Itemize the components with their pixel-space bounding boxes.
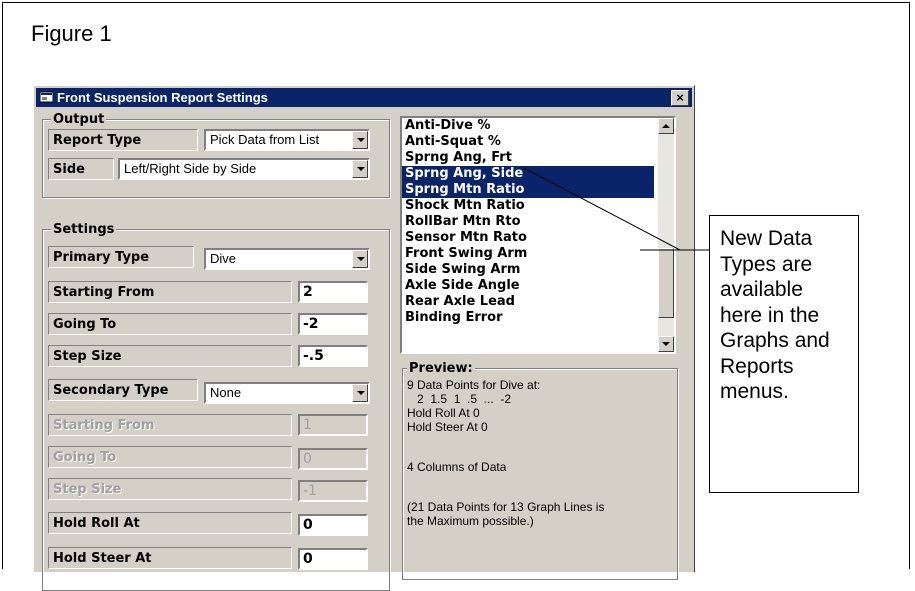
report-type-value: Pick Data from List xyxy=(210,132,320,147)
secondary-type-label: Secondary Type xyxy=(48,379,198,401)
list-item[interactable]: Sprng Mtn Ratio xyxy=(402,182,654,198)
list-item[interactable]: Rear Axle Lead xyxy=(402,294,654,310)
going-to-label: Going To xyxy=(48,313,292,335)
sec-going-to-label: Going To xyxy=(48,446,292,468)
primary-type-select[interactable]: Dive xyxy=(204,248,370,270)
preview-line-6: (21 Data Points for 13 Graph Lines is xyxy=(407,500,605,514)
data-type-items: Anti-Dive % Anti-Squat % Sprng Ang, Frt Spr… xyxy=(402,118,674,326)
starting-from-input[interactable]: 2 xyxy=(298,281,368,303)
preview-line-2: 2 1.5 1 .5 ... -2 xyxy=(417,392,512,406)
preview-line-4: Hold Steer At 0 xyxy=(407,420,488,434)
list-item[interactable]: Shock Mtn Ratio xyxy=(402,198,654,214)
list-item[interactable]: Binding Error xyxy=(402,310,654,326)
list-item[interactable]: Front Swing Arm xyxy=(402,246,654,262)
list-item[interactable]: Sensor Mtn Rato xyxy=(402,230,654,246)
secondary-type-select[interactable]: None xyxy=(204,382,370,404)
side-value: Left/Right Side by Side xyxy=(124,161,257,176)
figure-title: Figure 1 xyxy=(31,21,112,46)
preview-line-1: 9 Data Points for Dive at: xyxy=(407,378,541,392)
report-type-label: Report Type xyxy=(48,129,198,151)
starting-from-label: Starting From xyxy=(48,281,292,303)
preview-panel: 9 Data Points for Dive at: 2 1.5 1 .5 ..… xyxy=(401,366,677,566)
preview-line-7: the Maximum possible.) xyxy=(407,514,534,528)
sec-going-to-input[interactable]: 0 xyxy=(298,448,368,470)
list-item[interactable]: Side Swing Arm xyxy=(402,262,654,278)
hold-roll-label: Hold Roll At xyxy=(48,512,292,534)
sec-starting-from-label: Starting From xyxy=(48,414,292,436)
secondary-type-value: None xyxy=(210,385,242,400)
side-label: Side xyxy=(48,158,114,180)
sec-step-size-label: Step Size xyxy=(48,478,292,500)
window-titlebar[interactable]: Front Suspension Report Settings × xyxy=(36,88,692,107)
sec-starting-from-input[interactable]: 1 xyxy=(298,414,368,436)
primary-type-label: Primary Type xyxy=(48,246,194,268)
going-to-input[interactable]: -2 xyxy=(298,313,368,335)
primary-type-value: Dive xyxy=(210,251,237,266)
preview-line-3: Hold Roll At 0 xyxy=(407,406,480,420)
list-item[interactable]: RollBar Mtn Rto xyxy=(402,214,654,230)
list-item[interactable]: Anti-Dive % xyxy=(402,118,654,134)
data-type-list[interactable]: Anti-Dive % Anti-Squat % Sprng Ang, Frt Spr… xyxy=(400,116,676,354)
list-item[interactable]: Anti-Squat % xyxy=(402,134,654,150)
hold-roll-input[interactable]: 0 xyxy=(298,514,368,536)
settings-window: Front Suspension Report Settings × Outpu… xyxy=(33,85,695,591)
output-group-label: Output xyxy=(51,112,107,127)
settings-group-label: Settings xyxy=(51,222,117,237)
list-item[interactable]: Sprng Ang, Side xyxy=(402,166,654,182)
chevron-down-icon[interactable] xyxy=(352,131,368,149)
step-size-label: Step Size xyxy=(48,345,292,367)
list-item[interactable]: Sprng Ang, Frt xyxy=(402,150,654,166)
window-title: Front Suspension Report Settings xyxy=(57,90,268,105)
window-app-icon xyxy=(40,91,53,103)
side-select[interactable]: Left/Right Side by Side xyxy=(118,158,370,180)
callout-box: New Data Types are available here in the… xyxy=(709,215,859,493)
chevron-down-icon[interactable] xyxy=(352,384,368,402)
hold-steer-label: Hold Steer At xyxy=(48,547,292,569)
scroll-up-icon[interactable] xyxy=(658,118,674,134)
preview-line-5: 4 Columns of Data xyxy=(407,460,507,474)
step-size-input[interactable]: -.5 xyxy=(298,345,368,367)
list-scrollbar[interactable] xyxy=(658,118,674,352)
scroll-thumb[interactable] xyxy=(658,248,674,318)
scroll-down-icon[interactable] xyxy=(658,336,674,352)
chevron-down-icon[interactable] xyxy=(352,160,368,178)
sec-step-size-input[interactable]: -1 xyxy=(298,480,368,502)
chevron-down-icon[interactable] xyxy=(352,250,368,268)
list-item[interactable]: Axle Side Angle xyxy=(402,278,654,294)
close-icon: × xyxy=(676,90,684,105)
report-type-select[interactable]: Pick Data from List xyxy=(204,129,370,151)
close-button[interactable]: × xyxy=(671,90,689,106)
hold-steer-input[interactable]: 0 xyxy=(298,548,368,570)
